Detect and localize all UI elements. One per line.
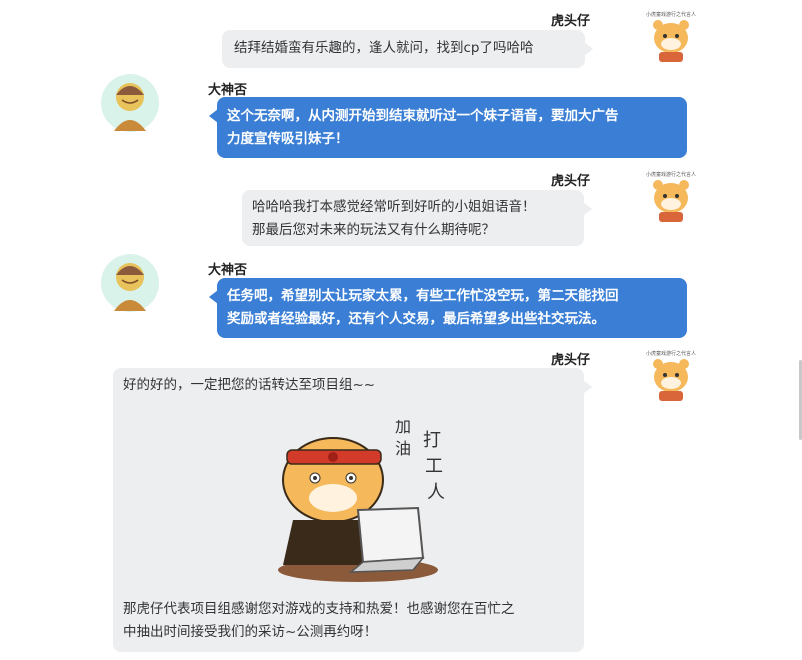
- tiger-avatar[interactable]: 小虎童戏游行之代言人: [642, 347, 700, 409]
- message-text: 这个无奈啊，从内测开始到结束就听过一个妹子语音，要加大广告: [227, 108, 619, 124]
- tiger-avatar[interactable]: 小虎童戏游行之代言人: [642, 168, 700, 230]
- message-bubble: 结拜结婚蛮有乐趣的，逢人就问，找到cp了吗哈哈: [222, 30, 593, 68]
- user-avatar[interactable]: [100, 253, 160, 317]
- user-avatar[interactable]: [100, 73, 160, 137]
- message-text: 那虎仔代表项目组感谢您对游戏的支持和热爱！也感谢您在百忙之: [123, 601, 515, 617]
- speaker-name: 虎头仔: [551, 14, 591, 29]
- speaker-name: 大神否: [208, 83, 248, 98]
- buddha-avatar-icon: [101, 74, 159, 132]
- message-bubble: 哈哈哈我打本感觉经常听到好听的小姐姐语音！ 那最后您对未来的玩法又有什么期待呢？: [242, 190, 592, 246]
- sticker-image: 加 油 打 工 人: [263, 417, 453, 582]
- tiger-avatar-icon: 小虎童戏游行之代言人: [646, 350, 696, 401]
- sticker-text-gong: 工: [425, 456, 443, 477]
- message-bubble: 任务吧，希望别太让玩家太累，有些工作忙没空玩，第二天能找回 奖励或者经验最好，还…: [209, 278, 687, 338]
- message-bubble: 好的好的，一定把您的话转达至项目组~~ 加 油 打 工 人 那虎仔代表项目组感谢…: [113, 368, 592, 652]
- sticker-text-jia: 加: [395, 420, 411, 436]
- message-text: 哈哈哈我打本感觉经常听到好听的小姐姐语音！: [252, 199, 536, 215]
- message-text: 力度宣传吸引妹子！: [227, 131, 349, 147]
- buddha-avatar-icon: [101, 254, 159, 312]
- avatar-caption: 小虎童戏游行之代言人: [646, 171, 696, 178]
- speaker-name: 虎头仔: [551, 353, 591, 368]
- message-text: 中抽出时间接受我们的采访~公测再约呀！: [123, 624, 378, 640]
- message-text: 好的好的，一定把您的话转达至项目组~~: [123, 377, 376, 393]
- message-bubble: 这个无奈啊，从内测开始到结束就听过一个妹子语音，要加大广告 力度宣传吸引妹子！: [209, 97, 687, 158]
- sticker-text-ren: 人: [427, 482, 445, 503]
- avatar-caption: 小虎童戏游行之代言人: [646, 11, 696, 18]
- tiger-avatar-icon: 小虎童戏游行之代言人: [646, 11, 696, 62]
- message-text: 那最后您对未来的玩法又有什么期待呢？: [252, 222, 495, 238]
- sticker-text-da: 打: [423, 430, 441, 451]
- tiger-avatar[interactable]: 小虎童戏游行之代言人: [642, 8, 700, 70]
- message-text: 任务吧，希望别太让玩家太累，有些工作忙没空玩，第二天能找回: [227, 288, 619, 304]
- working-tiger-sticker: 加 油 打 工 人: [278, 417, 445, 582]
- message-text: 奖励或者经验最好，还有个人交易，最后希望多出些社交玩法。: [227, 311, 605, 327]
- sticker-text-you: 油: [395, 439, 411, 458]
- avatar-caption: 小虎童戏游行之代言人: [646, 350, 696, 357]
- speaker-name: 大神否: [208, 263, 248, 278]
- speaker-name: 虎头仔: [551, 174, 591, 189]
- tiger-avatar-icon: 小虎童戏游行之代言人: [646, 171, 696, 222]
- message-text: 结拜结婚蛮有乐趣的，逢人就问，找到cp了吗哈哈: [234, 40, 534, 56]
